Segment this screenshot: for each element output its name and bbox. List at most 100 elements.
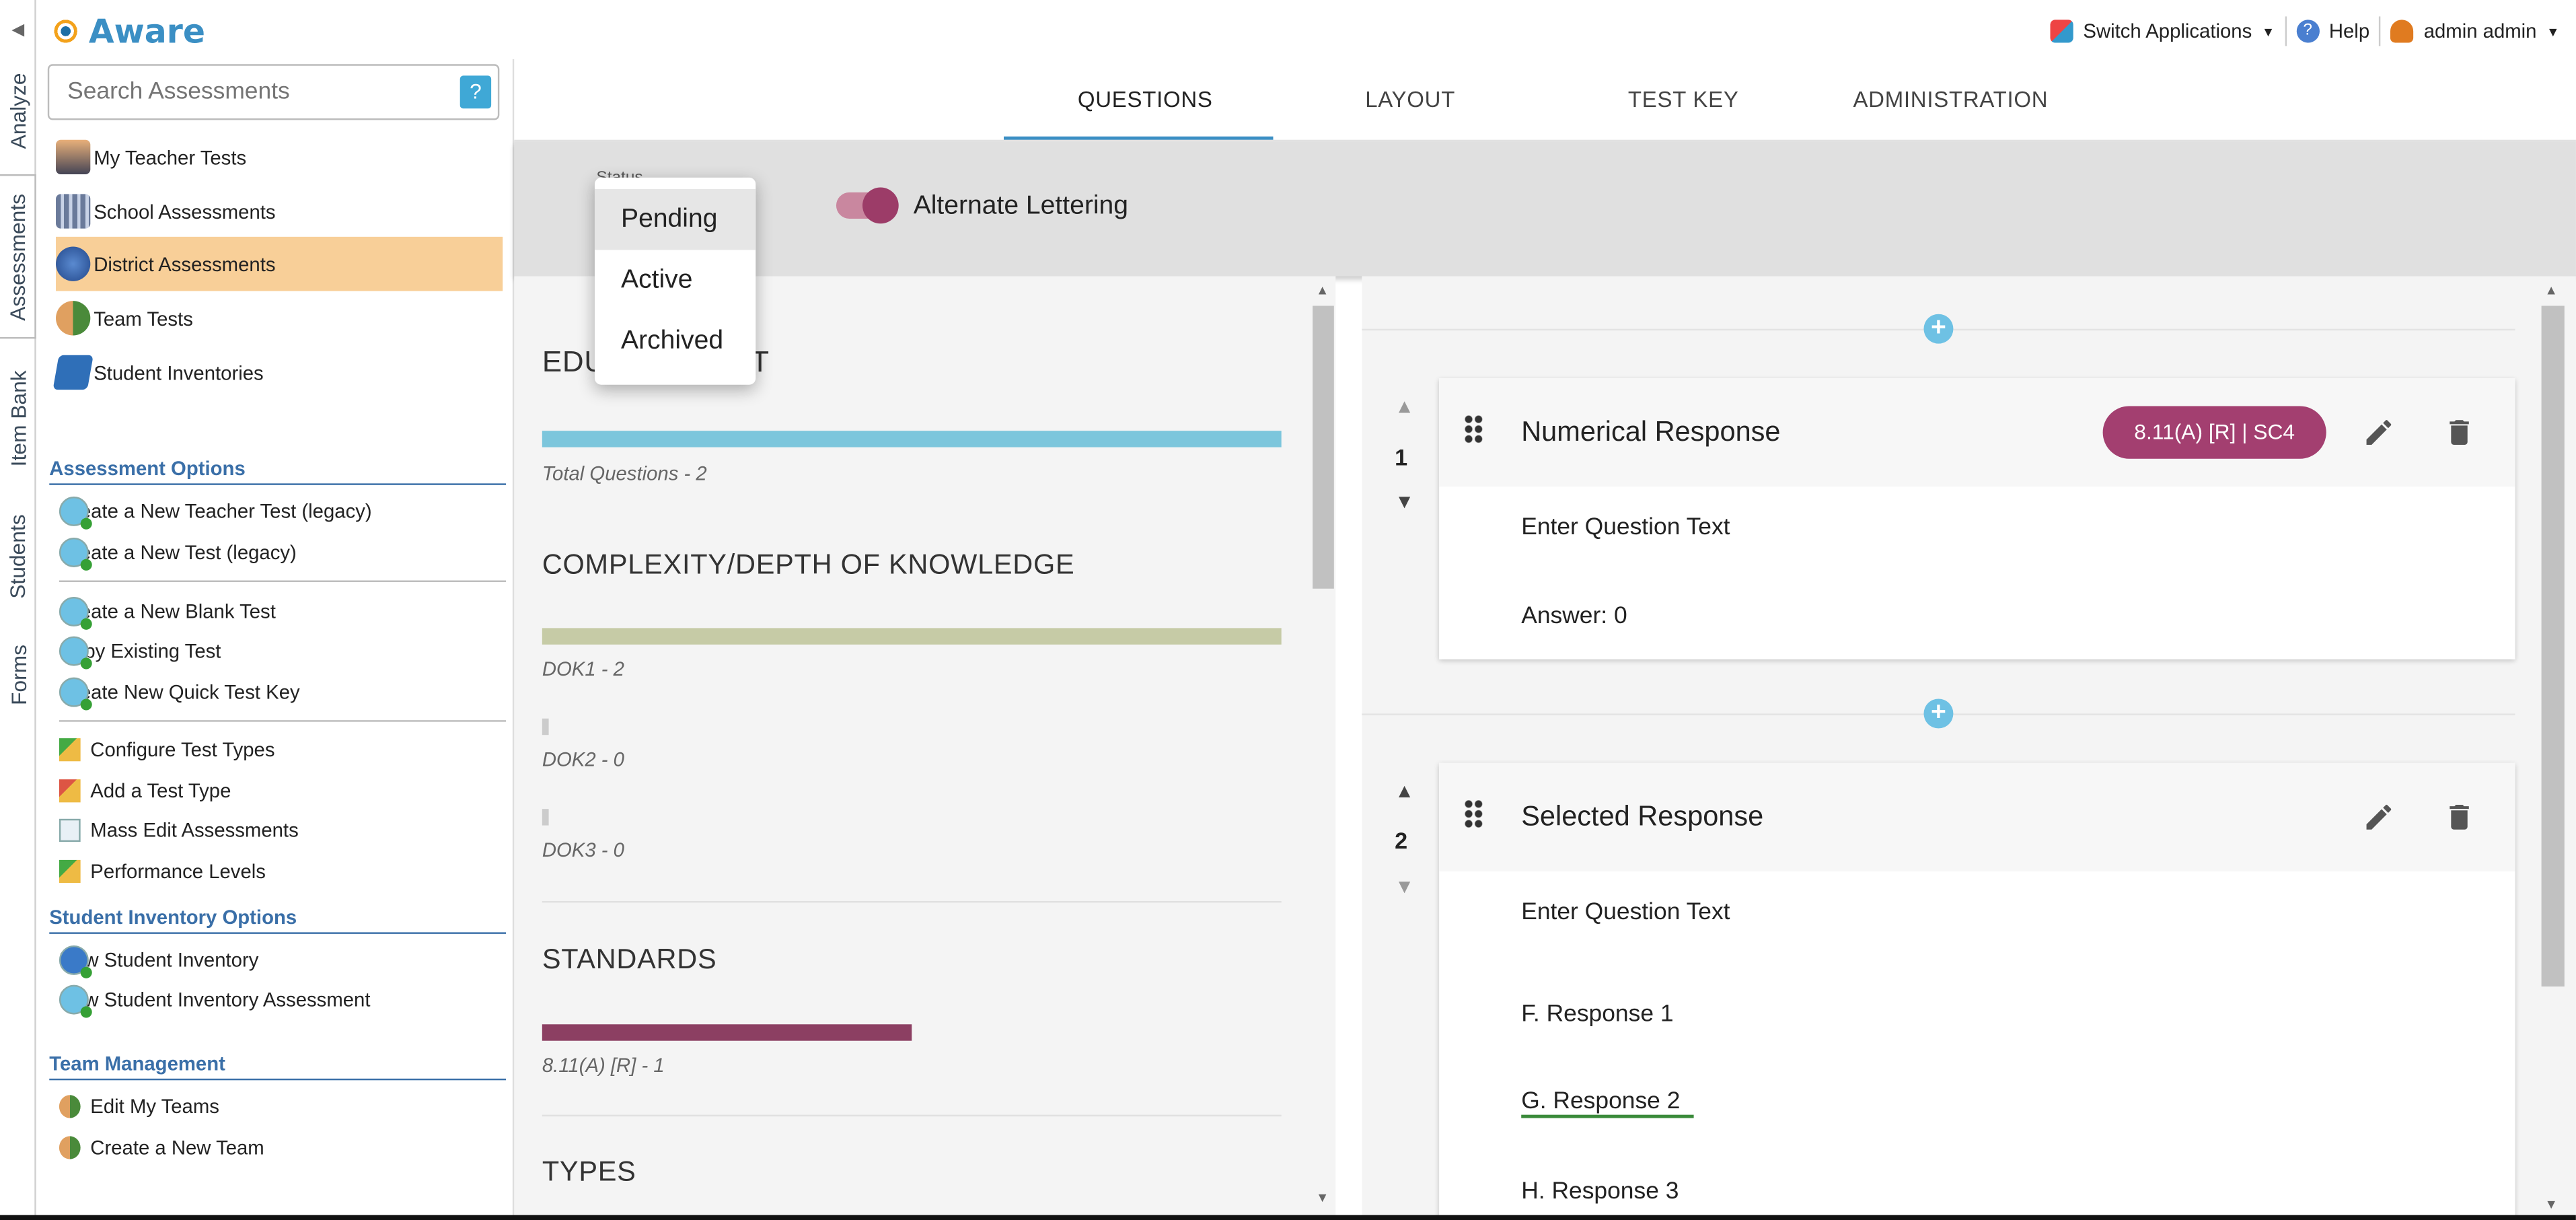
rail-tab-item-bank[interactable]: Item Bank <box>0 352 36 483</box>
tab-questions[interactable]: QUESTIONS <box>1078 87 1213 112</box>
complexity-heading: COMPLEXITY/DEPTH OF KNOWLEDGE <box>542 549 1075 581</box>
add-test-type[interactable]: Add a Test Type <box>59 775 231 808</box>
summary-scrollbar[interactable]: ▲ ▼ <box>1313 283 1334 1211</box>
create-new-team[interactable]: Create a New Team <box>59 1131 264 1164</box>
option-label: Create a New Blank Test <box>59 600 276 624</box>
rail-tab-assessments[interactable]: Assessments <box>0 174 36 339</box>
user-menu[interactable]: admin admin <box>2424 20 2537 42</box>
new-document-icon <box>59 984 92 1018</box>
edit-pencil-icon[interactable] <box>2362 801 2395 834</box>
help-link[interactable]: Help <box>2329 20 2369 42</box>
response-option-correct[interactable]: G. Response 2 <box>1521 1089 1693 1118</box>
add-question-icon[interactable]: + <box>1923 314 1954 344</box>
pencil-icon <box>59 738 81 762</box>
answer-text: Answer: 0 <box>1521 603 1627 630</box>
tab-administration[interactable]: ADMINISTRATION <box>1853 87 2048 112</box>
scroll-thumb[interactable] <box>1313 306 1334 589</box>
nav-school-assessments[interactable]: School Assessments <box>56 184 503 239</box>
dok3-label: DOK3 - 0 <box>542 838 624 862</box>
team-icon <box>59 1095 81 1118</box>
caret-down-icon[interactable]: ▼ <box>2262 24 2275 38</box>
question-type: Numerical Response <box>1521 416 1781 447</box>
response-option[interactable]: F. Response 1 <box>1521 1001 1673 1028</box>
delete-trash-icon[interactable] <box>2443 416 2476 449</box>
assessment-options-header: Assessment Options <box>49 457 507 485</box>
nav-district-assessments[interactable]: District Assessments <box>56 236 503 291</box>
sidebar: ? My Teacher Tests School Assessments Di… <box>39 59 509 1220</box>
scroll-up-icon[interactable]: ▲ <box>1316 283 1329 297</box>
create-blank-test[interactable]: Create a New Blank Test <box>59 596 276 630</box>
status-option-active[interactable]: Active <box>595 250 756 310</box>
nav-team-tests[interactable]: Team Tests <box>56 291 503 345</box>
option-label: Performance Levels <box>90 859 266 884</box>
status-option-archived[interactable]: Archived <box>595 311 756 371</box>
edit-pencil-icon[interactable] <box>2362 416 2395 449</box>
questions-scrollbar[interactable]: ▲ ▼ <box>2541 283 2565 1220</box>
move-down-icon[interactable]: ▼ <box>1395 875 1414 898</box>
add-type-icon <box>59 779 81 803</box>
response-option[interactable]: H. Response 3 <box>1521 1179 1679 1205</box>
search-input[interactable] <box>49 65 444 118</box>
aware-logo[interactable]: Aware <box>47 11 205 51</box>
scroll-down-icon[interactable]: ▼ <box>2545 1197 2558 1212</box>
inventory-icon <box>59 945 92 978</box>
copy-document-icon <box>59 636 92 670</box>
add-question-icon[interactable]: + <box>1923 698 1954 729</box>
caret-down-icon[interactable]: ▼ <box>2546 24 2559 38</box>
tab-layout[interactable]: LAYOUT <box>1365 87 1455 112</box>
delete-trash-icon[interactable] <box>2443 801 2476 834</box>
new-student-inventory-assessment[interactable]: New Student Inventory Assessment <box>59 983 371 1018</box>
configure-test-types[interactable]: Configure Test Types <box>59 733 275 766</box>
nav-label: Student Inventories <box>94 361 264 384</box>
scroll-up-icon[interactable]: ▲ <box>2545 283 2558 297</box>
drag-handle-icon[interactable] <box>1463 799 1484 829</box>
window-bottom-border <box>0 1215 2576 1220</box>
status-option-pending[interactable]: Pending <box>594 188 756 250</box>
new-student-inventory[interactable]: New Student Inventory <box>59 944 258 978</box>
user-icon <box>2390 20 2415 43</box>
rail-tab-forms[interactable]: Forms <box>0 624 36 723</box>
summary-panel: EDU EST Total Questions - 2 COMPLEXITY/D… <box>514 276 1336 1220</box>
move-up-icon[interactable]: ▲ <box>1395 779 1414 802</box>
standard-badge[interactable]: 8.11(A) [R] | SC4 <box>2102 406 2326 459</box>
option-label: New Student Inventory Assessment <box>59 988 371 1011</box>
drag-handle-icon[interactable] <box>1463 414 1484 444</box>
nav-my-teacher-tests[interactable]: My Teacher Tests <box>56 130 503 184</box>
rail-tab-students[interactable]: Students <box>0 493 36 618</box>
copy-existing-test[interactable]: Copy Existing Test <box>59 635 221 670</box>
create-teacher-test-legacy[interactable]: Create a New Teacher Test (legacy) <box>59 495 372 530</box>
rail-tab-analyze[interactable]: Analyze <box>0 56 36 164</box>
dok1-bar <box>542 628 1282 645</box>
rail-label: Students <box>5 513 31 598</box>
switch-applications-link[interactable]: Switch Applications <box>2083 20 2252 42</box>
collapse-arrow-icon[interactable]: ◀ <box>0 13 36 46</box>
question-text[interactable]: Enter Question Text <box>1521 515 1730 541</box>
dok1-label: DOK1 - 2 <box>542 657 624 681</box>
performance-levels[interactable]: Performance Levels <box>59 855 266 888</box>
nav-student-inventories[interactable]: Student Inventories <box>52 345 503 400</box>
edit-document-icon <box>59 818 81 842</box>
question-number: 2 <box>1395 827 1408 854</box>
option-label: Create a New Test (legacy) <box>59 540 297 565</box>
option-label: Create a New Teacher Test (legacy) <box>59 499 372 524</box>
book-icon <box>52 355 94 390</box>
toggle-knob[interactable] <box>862 187 899 224</box>
create-test-legacy[interactable]: Create a New Test (legacy) <box>59 536 297 571</box>
rail-label: Analyze <box>5 72 31 149</box>
scroll-down-icon[interactable]: ▼ <box>1316 1190 1329 1205</box>
nav-label: District Assessments <box>94 252 276 276</box>
dok2-label: DOK2 - 0 <box>542 748 624 771</box>
mass-edit-assessments[interactable]: Mass Edit Assessments <box>59 814 299 847</box>
divider <box>2284 16 2287 46</box>
scroll-thumb[interactable] <box>2541 306 2565 987</box>
question-text[interactable]: Enter Question Text <box>1521 900 1730 926</box>
option-label: Create a New Team <box>90 1136 264 1159</box>
create-quick-test-key[interactable]: Create New Quick Test Key <box>59 676 300 711</box>
move-down-icon[interactable]: ▼ <box>1395 490 1414 513</box>
tab-test-key[interactable]: TEST KEY <box>1628 87 1739 112</box>
search-help-button[interactable]: ? <box>459 75 492 109</box>
alternate-lettering-label: Alternate Lettering <box>913 192 1128 221</box>
side-rail: ◀ Analyze Assessments Item Bank Students… <box>0 0 36 1220</box>
edit-my-teams[interactable]: Edit My Teams <box>59 1090 219 1123</box>
move-up-icon[interactable]: ▲ <box>1395 394 1414 417</box>
